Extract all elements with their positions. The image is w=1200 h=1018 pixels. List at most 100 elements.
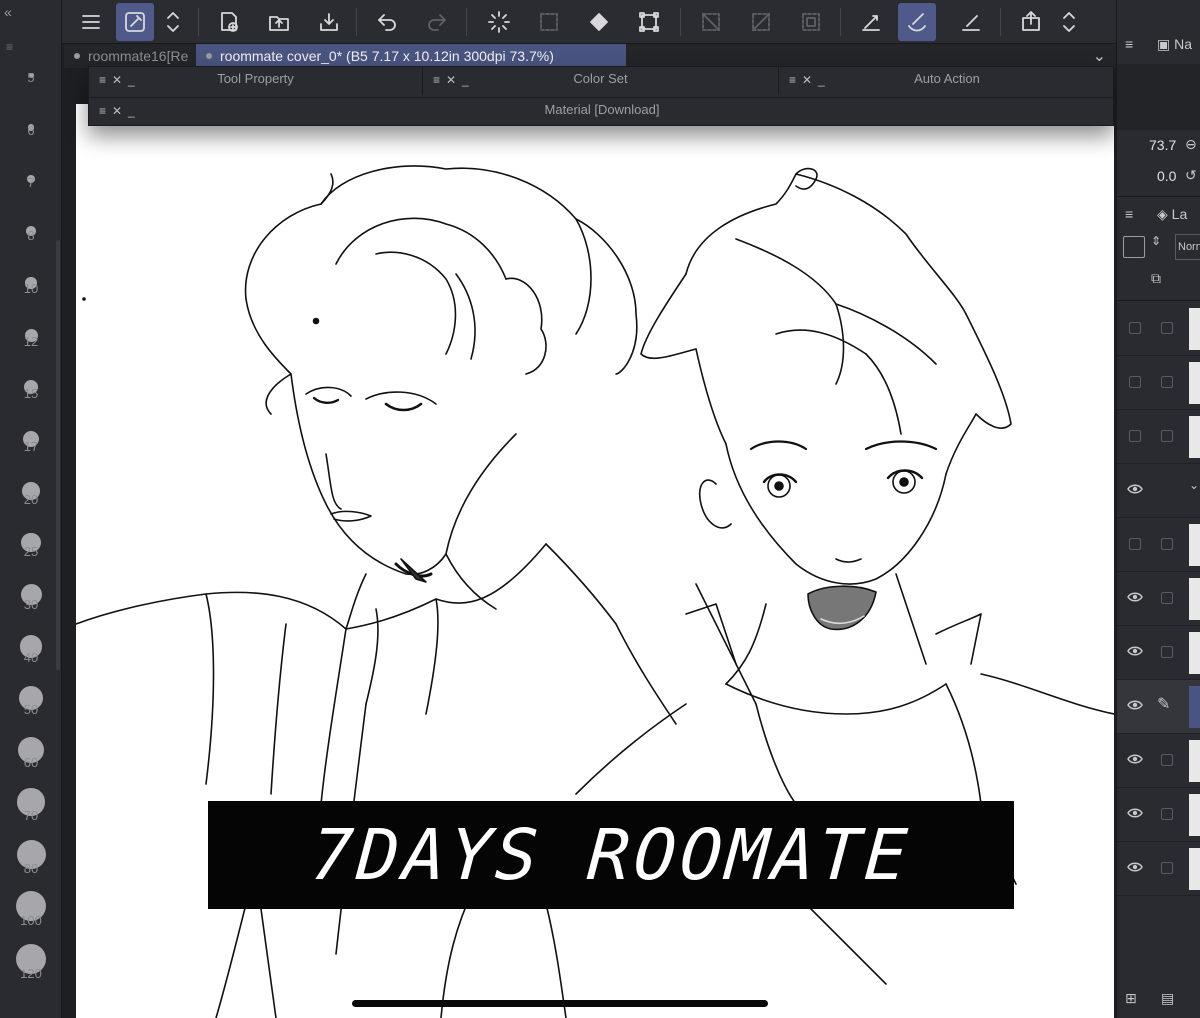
layer-row[interactable] [1117, 626, 1200, 680]
lock-checkbox[interactable] [1161, 538, 1173, 550]
eye-icon[interactable] [1127, 644, 1143, 656]
layer-row[interactable] [1117, 734, 1200, 788]
layer-clip-icon[interactable]: ⧉ [1151, 270, 1161, 287]
eye-icon[interactable] [1127, 860, 1143, 872]
panel-menu-icon[interactable]: ≡ [1125, 36, 1133, 52]
up-down-icon[interactable] [160, 3, 186, 41]
brush-size-option[interactable]: 8 [0, 206, 62, 243]
layer-row[interactable] [1117, 788, 1200, 842]
palette-material-download[interactable]: ≡✕_ Material [Download] [89, 98, 1115, 126]
brush-size-scrollbar[interactable] [56, 240, 60, 670]
brush-size-option[interactable]: 20 [0, 470, 62, 507]
rotate-reset-icon[interactable]: ↺ [1185, 167, 1197, 184]
drawing-canvas[interactable]: 7DAYS ROOMATE [76, 104, 1114, 1018]
brush-size-option[interactable]: 30 [0, 575, 62, 612]
palette-color-set[interactable]: ≡✕_ Color Set [423, 67, 779, 95]
brush-size-option[interactable]: 50 [0, 680, 62, 717]
lock-checkbox[interactable] [1161, 808, 1173, 820]
crop-selection-icon[interactable] [792, 3, 830, 41]
lock-checkbox[interactable] [1161, 646, 1173, 658]
tab-roommate-cover[interactable]: roommate cover_0* (B5 7.17 x 10.12in 300… [196, 44, 626, 68]
blend-mode-select[interactable]: Norn [1175, 234, 1200, 260]
layer-row[interactable] [1117, 572, 1200, 626]
visibility-checkbox[interactable] [1129, 376, 1141, 388]
folder-expand-icon[interactable]: ⌄ [1189, 478, 1199, 492]
layer-color-swatch[interactable] [1123, 236, 1145, 258]
brush-size-option[interactable]: 7 [0, 153, 62, 190]
new-folder-icon[interactable]: ▤ [1161, 990, 1174, 1007]
layer-row[interactable] [1117, 842, 1200, 896]
zoom-out-icon[interactable]: ⊖ [1185, 136, 1197, 153]
edit-brush-icon[interactable] [116, 3, 154, 41]
layer-row[interactable]: ✎ [1117, 680, 1200, 734]
layer-thumbnail [1189, 794, 1200, 836]
stroke-icon[interactable] [952, 3, 990, 41]
palette-title: Material [Download] [544, 102, 660, 117]
layer-row[interactable] [1117, 410, 1200, 464]
brush-size-option[interactable]: 100 [0, 891, 62, 928]
new-document-icon[interactable] [210, 3, 248, 41]
brush-size-option[interactable]: 80 [0, 839, 62, 876]
selection-loading-icon[interactable] [480, 3, 518, 41]
layer-row[interactable] [1117, 356, 1200, 410]
chevron-down-icon[interactable]: ⌄ [1093, 46, 1106, 66]
eye-icon[interactable] [1127, 752, 1143, 764]
clear-selection-icon[interactable] [530, 3, 568, 41]
layer-row[interactable]: ⌄ [1117, 464, 1200, 518]
brush-size-option[interactable]: 60 [0, 733, 62, 770]
brush-size-option[interactable]: 40 [0, 628, 62, 665]
menu-icon[interactable] [72, 3, 110, 41]
visibility-checkbox[interactable] [1129, 430, 1141, 442]
new-layer-icon[interactable]: ⊞ [1125, 990, 1137, 1007]
tab-roommate16[interactable]: roommate16[Re [64, 44, 192, 68]
fill-bucket-icon[interactable] [580, 3, 618, 41]
brush-size-option[interactable]: 5 [0, 48, 62, 85]
layer-row[interactable] [1117, 302, 1200, 356]
pen-pressure-icon[interactable] [852, 3, 890, 41]
visibility-checkbox[interactable] [1129, 322, 1141, 334]
palette-tool-property[interactable]: ≡✕_ Tool Property [89, 67, 423, 95]
brush-size-option[interactable]: 17 [0, 417, 62, 454]
lock-checkbox[interactable] [1161, 754, 1173, 766]
open-folder-icon[interactable] [260, 3, 298, 41]
export-icon[interactable] [1012, 3, 1050, 41]
eye-icon[interactable] [1127, 806, 1143, 818]
invert-selection-icon[interactable] [742, 3, 780, 41]
rotation-value[interactable]: 0.0 [1157, 168, 1176, 184]
undo-icon[interactable] [368, 3, 406, 41]
brush-size-option[interactable]: 10 [0, 259, 62, 296]
redo-icon[interactable] [418, 3, 456, 41]
save-icon[interactable] [310, 3, 348, 41]
lock-checkbox[interactable] [1161, 430, 1173, 442]
transform-icon[interactable] [630, 3, 668, 41]
brush-size-option[interactable]: 15 [0, 364, 62, 401]
visibility-checkbox[interactable] [1129, 538, 1141, 550]
lock-checkbox[interactable] [1161, 376, 1173, 388]
deselect-icon[interactable] [692, 3, 730, 41]
navigator-preview[interactable] [1117, 64, 1200, 130]
palette-auto-action[interactable]: ≡✕_ Auto Action [779, 67, 1115, 95]
brush-size-option[interactable]: 6 [0, 101, 62, 138]
layer-tab[interactable]: ◈ La [1157, 206, 1187, 223]
brush-size-option[interactable]: 120 [0, 943, 62, 981]
layer-row[interactable] [1117, 518, 1200, 572]
layer-panel-menu-icon[interactable]: ≡ [1125, 206, 1133, 222]
brush-size-option[interactable]: 70 [0, 786, 62, 823]
lock-checkbox[interactable] [1161, 862, 1173, 874]
collapse-panel-icon[interactable]: « [4, 4, 12, 20]
layer-thumbnail [1189, 686, 1200, 728]
brush-size-option[interactable]: 25 [0, 522, 62, 559]
brush-size-label: 5 [27, 70, 35, 85]
blend-stepper-icon[interactable]: ⇕ [1151, 234, 1161, 248]
brush-size-option[interactable]: 12 [0, 312, 62, 349]
stepper-icon[interactable] [1056, 3, 1082, 41]
lock-checkbox[interactable] [1161, 322, 1173, 334]
eye-icon[interactable] [1127, 698, 1143, 710]
eye-icon[interactable] [1127, 482, 1143, 494]
home-indicator[interactable] [352, 1000, 768, 1007]
zoom-value[interactable]: 73.7 [1149, 137, 1176, 153]
navigator-tab[interactable]: ▣ Na [1157, 36, 1197, 53]
eye-icon[interactable] [1127, 590, 1143, 602]
lock-checkbox[interactable] [1161, 592, 1173, 604]
brush-active-icon[interactable] [898, 3, 936, 41]
